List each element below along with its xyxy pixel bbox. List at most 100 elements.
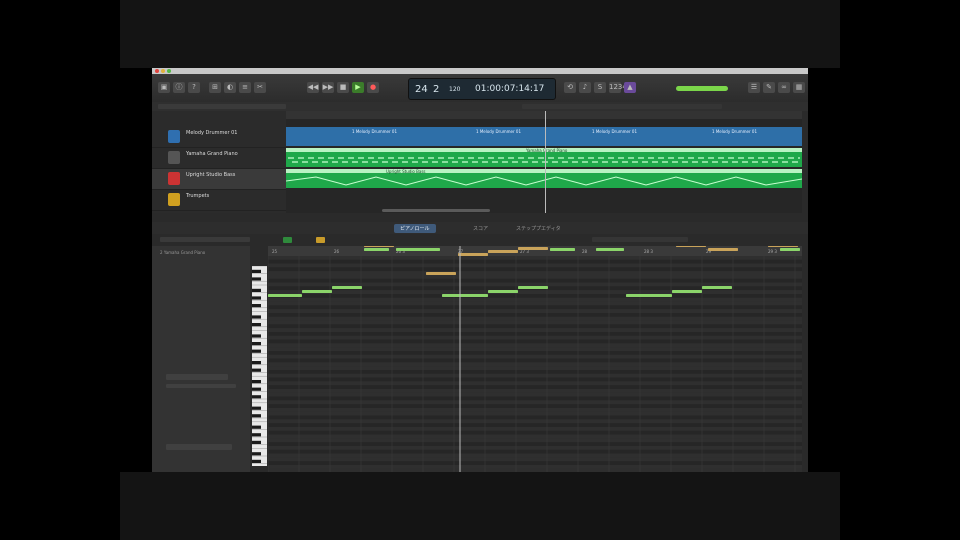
black-key <box>252 304 261 308</box>
stop-button[interactable]: ■ <box>337 82 349 93</box>
midi-note <box>676 246 706 247</box>
pitch-row <box>268 275 802 279</box>
pitch-row <box>268 442 802 446</box>
track-name: Yamaha Grand Piano <box>186 151 238 157</box>
drummer-region-label: 1 Melody Drummer 01 <box>352 129 397 134</box>
smart-controls-button[interactable]: ◐ <box>224 82 236 93</box>
midi-note <box>780 248 800 251</box>
pitch-row <box>268 271 802 275</box>
pitch-row <box>268 453 802 458</box>
play-button[interactable]: ▶ <box>352 82 364 93</box>
list-editors-button[interactable]: ☰ <box>748 82 760 93</box>
midi-in-button[interactable] <box>316 237 325 243</box>
track-header-1[interactable]: Melody Drummer 01 <box>152 127 286 148</box>
arrange-playhead[interactable] <box>545 111 546 213</box>
editors-button[interactable]: ✂ <box>254 82 266 93</box>
piano-roll-grid[interactable]: 25 26 26 3 27 27 3 28 28 3 29 29 3 <box>268 246 802 472</box>
piano-keyboard[interactable] <box>252 266 267 466</box>
drummer-region-label: 1 Melody Drummer 01 <box>476 129 521 134</box>
tuner-button[interactable]: ♪ <box>579 82 591 93</box>
pitch-row <box>268 339 802 344</box>
black-key <box>252 406 261 410</box>
pitch-row <box>268 446 802 450</box>
record-button[interactable]: ● <box>367 82 379 93</box>
toolbar-button[interactable]: ⊞ <box>209 82 221 93</box>
track-header-3[interactable]: Upright Studio Bass <box>152 169 286 190</box>
snap-menu[interactable] <box>592 237 688 242</box>
pitch-row <box>268 324 802 329</box>
black-key <box>252 288 261 292</box>
black-key <box>252 380 261 384</box>
black-key <box>252 334 261 338</box>
help-button[interactable]: ? <box>188 82 200 93</box>
pitch-row <box>268 320 802 325</box>
time-quantize-select[interactable] <box>166 374 228 380</box>
piano-region[interactable]: Yamaha Grand Piano <box>286 148 802 167</box>
pitch-row <box>268 377 802 382</box>
strength-slider[interactable] <box>166 384 236 388</box>
logic-window: ▣ ⓘ ? ⊞ ◐ ≡ ✂ ◀◀ ▶▶ ■ ▶ ● 24 2 120 01:00… <box>152 68 808 472</box>
editor-menu-strip[interactable] <box>160 237 250 242</box>
minimize-dot[interactable] <box>161 69 165 73</box>
pitch-row <box>268 278 802 283</box>
solo-button[interactable]: S <box>594 82 606 93</box>
close-dot[interactable] <box>155 69 159 73</box>
library-button[interactable]: ▣ <box>158 82 170 93</box>
tracks-menu-row <box>152 102 808 111</box>
loop-browser-button[interactable]: ∞ <box>778 82 790 93</box>
ruler-label: 29 3 <box>768 249 777 254</box>
piano-roll-canvas: 25 26 26 3 27 27 3 28 28 3 29 29 3 <box>268 246 802 472</box>
midi-note <box>596 248 624 251</box>
midi-note <box>332 286 362 289</box>
inspector-region-name: 2 Yamaha Grand Piano <box>160 250 206 255</box>
pitch-row <box>268 423 802 427</box>
arrange-menu-strip[interactable] <box>522 104 722 109</box>
zoom-dot[interactable] <box>167 69 171 73</box>
drummer-region[interactable]: 1 Melody Drummer 01 1 Melody Drummer 01 … <box>286 127 802 146</box>
metronome-button[interactable]: ▲ <box>624 82 636 93</box>
forward-button[interactable]: ▶▶ <box>322 82 334 93</box>
pitch-row <box>268 415 802 420</box>
pitch-row <box>268 301 802 306</box>
lcd-display[interactable]: 24 2 120 01:00:07:14:17 <box>408 78 556 100</box>
browsers-button[interactable]: ▦ <box>793 82 805 93</box>
midi-note <box>672 290 702 293</box>
inspector-button[interactable]: ⓘ <box>173 82 185 93</box>
tab-step-editor[interactable]: ステッププエディタ <box>510 224 567 233</box>
arrange-scrollbar[interactable] <box>382 209 490 212</box>
master-volume-slider[interactable] <box>676 86 728 91</box>
pitch-row <box>268 259 802 264</box>
pitch-row <box>268 313 802 317</box>
count-in-button[interactable]: 1234 <box>609 82 627 93</box>
black-key <box>252 296 261 300</box>
pitch-row <box>268 305 802 310</box>
pitch-row <box>268 297 802 302</box>
track-header-2[interactable]: Yamaha Grand Piano <box>152 148 286 169</box>
editor-toolbar <box>152 234 808 246</box>
arrange-ruler[interactable] <box>286 111 802 119</box>
catch-button[interactable] <box>283 237 292 243</box>
pitch-row <box>268 290 802 294</box>
pitch-row <box>268 465 802 469</box>
scale-quantize-select[interactable] <box>166 444 232 450</box>
midi-note <box>442 294 488 297</box>
lcd-bar: 24 <box>415 84 428 95</box>
rewind-button[interactable]: ◀◀ <box>307 82 319 93</box>
drummer-region-label: 1 Melody Drummer 01 <box>592 129 637 134</box>
tracks-menu-strip[interactable] <box>158 104 286 109</box>
bass-region[interactable]: Upright Studio Bass <box>286 169 802 188</box>
track-header-4[interactable]: Trumpets <box>152 190 286 211</box>
tab-score[interactable]: スコア <box>467 224 494 233</box>
pitch-row <box>268 354 802 359</box>
video-band-top <box>120 0 840 68</box>
black-key <box>252 342 261 346</box>
tab-piano-roll[interactable]: ピアノロール <box>394 224 436 233</box>
pitch-row <box>268 370 802 374</box>
black-key <box>252 387 261 391</box>
pitch-row <box>268 400 802 405</box>
black-key <box>252 368 261 372</box>
notes-button[interactable]: ✎ <box>763 82 775 93</box>
cycle-button[interactable]: ⟲ <box>564 82 576 93</box>
mixer-button[interactable]: ≡ <box>239 82 251 93</box>
tracks-area[interactable]: 1 Melody Drummer 01 1 Melody Drummer 01 … <box>286 111 802 213</box>
